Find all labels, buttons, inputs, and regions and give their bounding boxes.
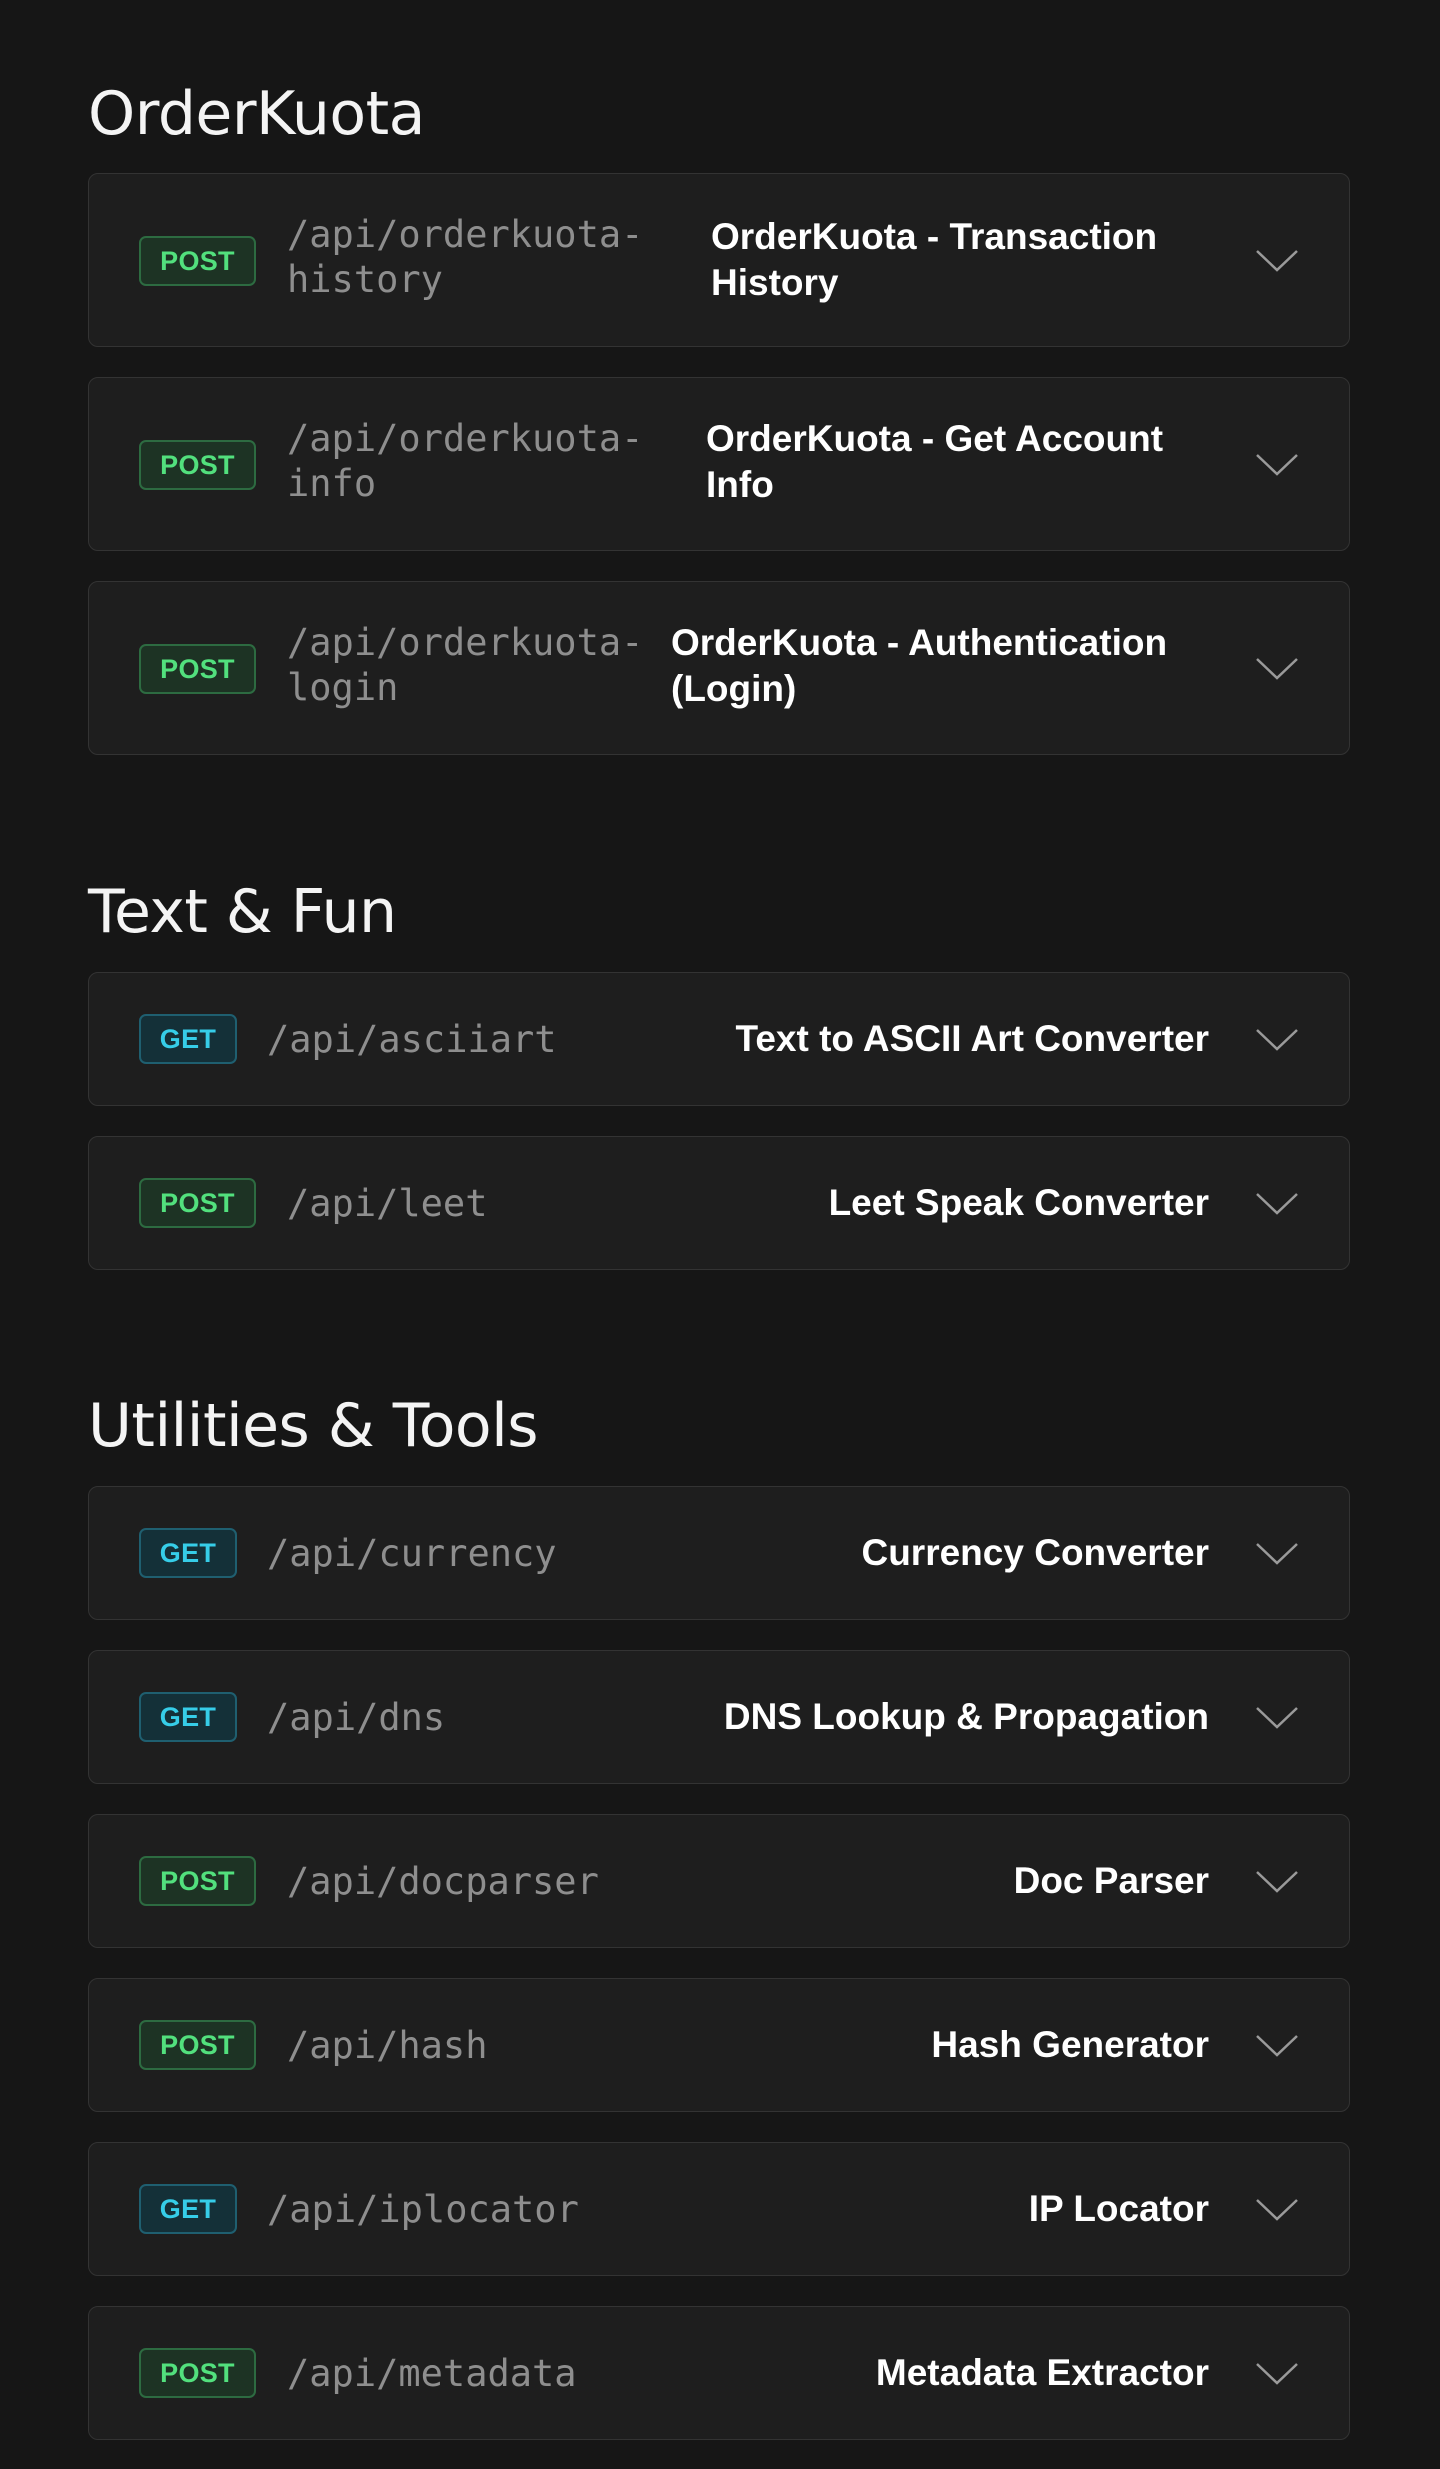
endpoint-description: Metadata Extractor xyxy=(875,2352,1209,2393)
section-title: Utilities & Tools xyxy=(88,1391,539,1461)
endpoint-path: /api/orderkuota-history xyxy=(287,213,644,301)
section-text-fun: Text & Fun xyxy=(88,876,1352,948)
endpoint-leet[interactable]: POST /api/leet Leet Speak Converter xyxy=(88,1136,1350,1270)
endpoint-description: Leet Speak Converter xyxy=(828,1182,1209,1223)
chevron-down-icon[interactable] xyxy=(1255,249,1299,273)
endpoint-path: /api/leet xyxy=(287,1182,488,1225)
method-badge: GET xyxy=(139,1692,237,1742)
method-badge: GET xyxy=(139,1014,237,1064)
endpoint-description: Doc Parser xyxy=(1013,1860,1209,1901)
method-badge: POST xyxy=(139,644,256,694)
endpoint-path: /api/metadata xyxy=(287,2352,577,2395)
endpoint-path: /api/docparser xyxy=(287,1860,599,1903)
endpoint-description: DNS Lookup & Propagation xyxy=(723,1696,1209,1737)
section-utilities-tools: Utilities & Tools xyxy=(88,1390,1352,1462)
endpoint-asciiart[interactable]: GET /api/asciiart Text to ASCII Art Conv… xyxy=(88,972,1350,1106)
method-badge: GET xyxy=(139,2184,237,2234)
chevron-down-icon[interactable] xyxy=(1255,1542,1299,1566)
endpoint-path: /api/dns xyxy=(267,1696,446,1739)
method-badge: POST xyxy=(139,1178,256,1228)
endpoint-orderkuota-history[interactable]: POST /api/orderkuota-history OrderKuota … xyxy=(88,173,1350,347)
endpoint-docparser[interactable]: POST /api/docparser Doc Parser xyxy=(88,1814,1350,1948)
section-orderkuota: OrderKuota xyxy=(88,78,1352,150)
endpoint-path: /api/iplocator xyxy=(267,2188,579,2231)
method-badge: GET xyxy=(139,1528,237,1578)
endpoint-currency[interactable]: GET /api/currency Currency Converter xyxy=(88,1486,1350,1620)
endpoint-iplocator[interactable]: GET /api/iplocator IP Locator xyxy=(88,2142,1350,2276)
api-docs-page: OrderKuota POST /api/orderkuota-history … xyxy=(0,0,1440,2469)
endpoint-description: Text to ASCII Art Converter xyxy=(735,1018,1209,1059)
chevron-down-icon[interactable] xyxy=(1255,2034,1299,2058)
chevron-down-icon[interactable] xyxy=(1255,1870,1299,1894)
method-badge: POST xyxy=(139,1856,256,1906)
endpoint-dns[interactable]: GET /api/dns DNS Lookup & Propagation xyxy=(88,1650,1350,1784)
endpoint-description: OrderKuota - Authentication (Login) xyxy=(671,622,1168,709)
endpoint-description: IP Locator xyxy=(1028,2188,1209,2229)
endpoint-orderkuota-login[interactable]: POST /api/orderkuota-login OrderKuota - … xyxy=(88,581,1350,755)
chevron-down-icon[interactable] xyxy=(1255,1192,1299,1216)
chevron-down-icon[interactable] xyxy=(1255,453,1299,477)
endpoint-description: Hash Generator xyxy=(931,2024,1209,2065)
endpoint-path: /api/orderkuota-login xyxy=(287,621,644,709)
endpoint-metadata[interactable]: POST /api/metadata Metadata Extractor xyxy=(88,2306,1350,2440)
endpoint-description: OrderKuota - Get Account Info xyxy=(706,418,1164,505)
chevron-down-icon[interactable] xyxy=(1255,1706,1299,1730)
section-title: OrderKuota xyxy=(88,79,425,149)
endpoint-path: /api/orderkuota-info xyxy=(287,417,644,505)
method-badge: POST xyxy=(139,2348,256,2398)
endpoint-path: /api/hash xyxy=(287,2024,488,2067)
endpoint-path: /api/asciiart xyxy=(267,1018,557,1061)
endpoint-orderkuota-info[interactable]: POST /api/orderkuota-info OrderKuota - G… xyxy=(88,377,1350,551)
method-badge: POST xyxy=(139,236,256,286)
method-badge: POST xyxy=(139,440,256,490)
endpoint-description: Currency Converter xyxy=(861,1532,1209,1573)
chevron-down-icon[interactable] xyxy=(1255,1028,1299,1052)
endpoint-hash[interactable]: POST /api/hash Hash Generator xyxy=(88,1978,1350,2112)
endpoint-path: /api/currency xyxy=(267,1532,557,1575)
method-badge: POST xyxy=(139,2020,256,2070)
chevron-down-icon[interactable] xyxy=(1255,2198,1299,2222)
chevron-down-icon[interactable] xyxy=(1255,657,1299,681)
endpoint-description: OrderKuota - Transaction History xyxy=(711,216,1158,303)
chevron-down-icon[interactable] xyxy=(1255,2362,1299,2386)
section-title: Text & Fun xyxy=(88,877,397,947)
